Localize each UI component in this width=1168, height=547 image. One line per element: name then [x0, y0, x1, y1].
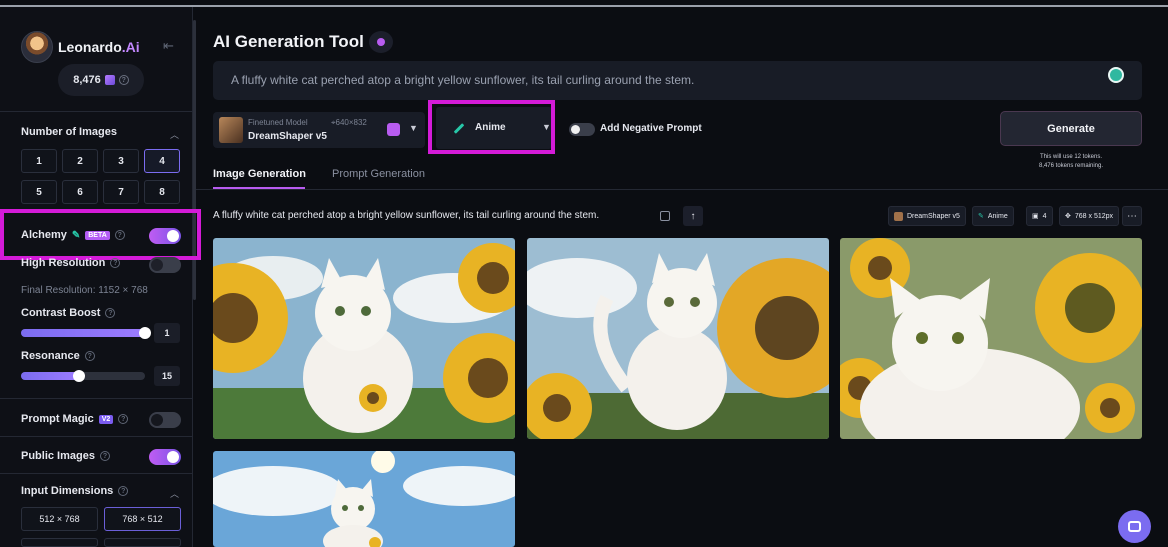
input-dimensions-row: Input Dimensions ?: [21, 485, 129, 497]
resonance-slider[interactable]: [21, 370, 145, 382]
v2-badge: V2: [98, 414, 114, 424]
brand-avatar-icon: [21, 31, 53, 63]
resonance-row: Resonance ?: [21, 350, 95, 362]
model-chip: DreamShaper v5: [888, 206, 966, 226]
public-images-label: Public Images: [21, 450, 95, 462]
contrast-boost-value[interactable]: 1: [154, 323, 180, 343]
info-icon[interactable]: ?: [118, 75, 129, 85]
more-icon[interactable]: ⋯: [1122, 206, 1142, 226]
model-thumbnail-icon: [894, 211, 903, 221]
dimension-512x768[interactable]: 512 × 768: [21, 507, 98, 531]
contrast-boost-slider[interactable]: [21, 327, 151, 339]
images-icon: ▣: [1032, 213, 1039, 220]
resonance-label: Resonance: [21, 350, 80, 362]
info-icon[interactable]: ?: [118, 486, 129, 496]
generated-image-1[interactable]: [213, 238, 515, 439]
dimension-1024x768[interactable]: [21, 538, 98, 547]
generated-image-2[interactable]: [527, 238, 829, 439]
resonance-value[interactable]: 15: [154, 366, 180, 386]
slider-handle[interactable]: [139, 327, 151, 339]
num-images-6[interactable]: 6: [62, 180, 98, 204]
model-caption: Finetuned Model: [248, 118, 308, 127]
slider-fill: [21, 372, 79, 380]
token-count: 8,476: [73, 74, 101, 86]
dimension-768x1024[interactable]: [104, 538, 181, 547]
brand-name: Leonardo.Ai: [58, 39, 140, 55]
generation-prompt: A fluffy white cat perched atop a bright…: [213, 210, 600, 221]
info-icon[interactable]: ?: [84, 351, 95, 361]
alchemy-highlight-box: [0, 209, 201, 260]
style-highlight-box: [428, 100, 555, 154]
collapse-sidebar-icon[interactable]: ⇤: [163, 38, 174, 54]
generated-image-4[interactable]: [213, 451, 515, 547]
model-thumbnail: [219, 117, 243, 143]
contrast-boost-row: Contrast Boost ?: [21, 307, 116, 319]
brush-icon: ✎: [978, 213, 984, 220]
token-balance[interactable]: 8,476 ?: [58, 64, 144, 96]
number-of-images-title: Number of Images: [21, 126, 117, 138]
prompt-magic-toggle[interactable]: [149, 412, 181, 428]
num-images-7[interactable]: 7: [103, 180, 139, 204]
divider: [196, 189, 1168, 190]
info-icon[interactable]: ?: [118, 414, 129, 424]
input-dimensions-title: Input Dimensions: [21, 485, 114, 497]
high-resolution-row: High Resolution ?: [21, 257, 121, 269]
divider: [0, 436, 193, 437]
token-icon: [104, 75, 115, 85]
feature-icon[interactable]: [369, 31, 393, 53]
negative-prompt-toggle[interactable]: [569, 123, 595, 136]
chevron-down-icon[interactable]: ▼: [409, 123, 418, 133]
divider: [0, 398, 193, 399]
brand-logo[interactable]: Leonardo.Ai: [21, 31, 140, 63]
prompt-input[interactable]: A fluffy white cat perched atop a bright…: [213, 61, 1142, 100]
dimension-768x512[interactable]: 768 × 512: [104, 507, 181, 531]
model-tag-icon: [387, 123, 400, 136]
dimensions-icon: ✥: [1065, 213, 1071, 220]
prompt-magic-row: Prompt Magic V2 ?: [21, 413, 129, 425]
tab-prompt-generation[interactable]: Prompt Generation: [332, 168, 425, 180]
high-resolution-toggle[interactable]: [149, 257, 181, 273]
generate-button[interactable]: Generate: [1000, 111, 1142, 146]
public-images-toggle[interactable]: [149, 449, 181, 465]
final-resolution-text: Final Resolution: 1152 × 768: [21, 285, 148, 296]
info-icon[interactable]: ?: [110, 258, 121, 268]
model-resolution: ⌖640×832: [331, 118, 367, 127]
slider-handle[interactable]: [73, 370, 85, 382]
high-resolution-label: High Resolution: [21, 257, 106, 269]
size-chip: ✥ 768 x 512px: [1059, 206, 1120, 226]
copy-icon[interactable]: [660, 211, 670, 221]
generate-token-note: This will use 12 tokens. 8,476 tokens re…: [1038, 154, 1104, 169]
generated-image-3[interactable]: [840, 238, 1142, 439]
num-images-5[interactable]: 5: [21, 180, 57, 204]
chevron-up-icon[interactable]: ︿: [170, 128, 179, 141]
info-icon[interactable]: ?: [105, 308, 116, 318]
chat-support-button[interactable]: [1118, 510, 1151, 543]
grammar-assistant-icon[interactable]: [1108, 67, 1124, 83]
slider-fill: [21, 329, 145, 337]
style-chip: ✎ Anime: [972, 206, 1014, 226]
contrast-boost-label: Contrast Boost: [21, 307, 101, 319]
prompt-magic-label: Prompt Magic: [21, 413, 94, 425]
upload-icon[interactable]: ↑: [683, 206, 703, 226]
divider: [0, 473, 193, 474]
num-images-3[interactable]: 3: [103, 149, 139, 173]
model-name: DreamShaper v5: [248, 131, 327, 142]
model-selector[interactable]: Finetuned Model ⌖640×832 DreamShaper v5 …: [213, 112, 425, 148]
negative-prompt-label: Add Negative Prompt: [600, 123, 702, 134]
divider: [0, 111, 193, 112]
tab-image-generation[interactable]: Image Generation: [213, 168, 306, 180]
num-images-1[interactable]: 1: [21, 149, 57, 173]
num-images-4[interactable]: 4: [144, 149, 180, 173]
num-images-2[interactable]: 2: [62, 149, 98, 173]
num-images-8[interactable]: 8: [144, 180, 180, 204]
page-title: AI Generation Tool: [213, 32, 364, 51]
info-icon[interactable]: ?: [99, 451, 110, 461]
chat-icon: [1128, 521, 1141, 532]
image-count-chip: ▣ 4: [1026, 206, 1053, 226]
chevron-up-icon[interactable]: ︿: [170, 487, 179, 500]
public-images-row: Public Images ?: [21, 450, 110, 462]
